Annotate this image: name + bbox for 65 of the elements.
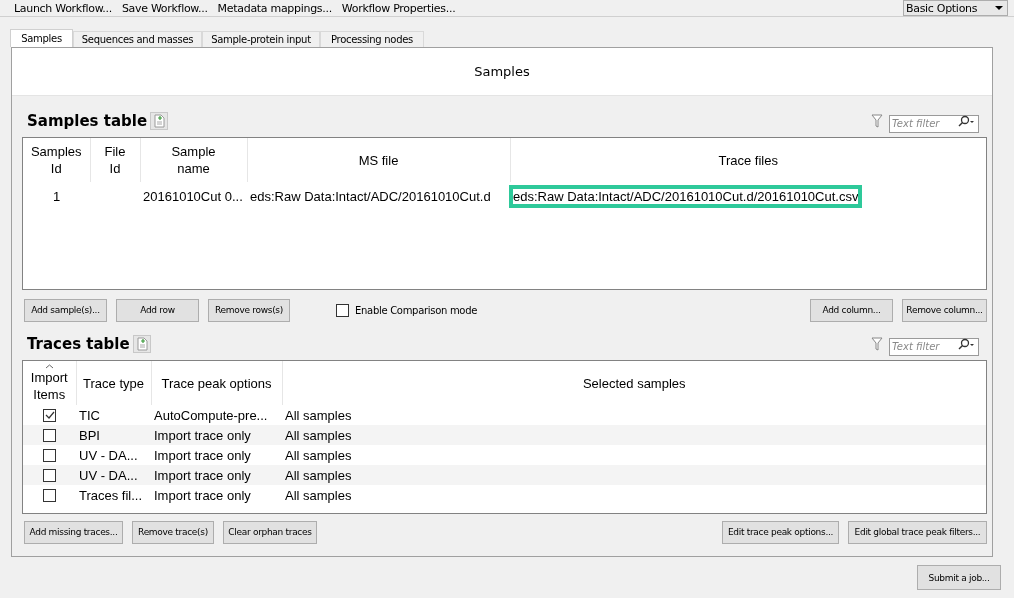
section-title: Samples table	[27, 112, 148, 130]
table-cell: TIC	[79, 407, 100, 423]
action-button[interactable]: Edit trace peak options...	[722, 520, 839, 544]
table-cell: BPI	[79, 427, 100, 443]
column-header[interactable]: Selected samples	[282, 361, 986, 405]
checkbox[interactable]	[43, 448, 56, 462]
table-cell: UV - DA...	[79, 447, 138, 463]
column-header[interactable]: Trace files	[510, 138, 986, 182]
table-cell: All samples	[285, 427, 352, 443]
submit-button[interactable]: Submit a job...	[917, 565, 1001, 590]
text-filter-field[interactable]: Text filter	[889, 337, 979, 356]
column-header[interactable]: Import Items	[23, 361, 76, 405]
search-icon	[957, 115, 975, 127]
table-cell: AutoCompute-pre...	[154, 407, 268, 423]
action-button[interactable]: Remove rows(s)	[208, 298, 290, 322]
action-button[interactable]: Remove trace(s)	[132, 520, 214, 544]
table-cell: Import trace only	[154, 487, 251, 503]
table-cell: 20161010Cut 0...	[143, 188, 243, 204]
dropdown-arrow-icon	[995, 6, 1003, 10]
column-header[interactable]: Samples Id	[23, 138, 90, 182]
action-button[interactable]: Clear orphan traces	[223, 520, 317, 544]
filter-icon	[871, 114, 883, 128]
column-header[interactable]: MS file	[247, 138, 510, 182]
table-cell: UV - DA...	[79, 467, 138, 483]
action-button[interactable]: Edit global trace peak filters...	[848, 520, 987, 544]
table-cell: eds:Raw Data:Intact/ADC/20161010Cut.d	[250, 188, 491, 204]
toolbar-button[interactable]: Workflow Properties...	[337, 1, 460, 15]
table-cell: Import trace only	[154, 447, 251, 463]
checkbox[interactable]	[43, 408, 56, 422]
checkbox[interactable]	[43, 488, 56, 502]
panel-title: Samples	[474, 64, 530, 79]
toolbar-button[interactable]: Save Workflow...	[117, 1, 212, 15]
tab[interactable]: Processing nodes	[320, 31, 424, 47]
mode-dropdown[interactable]: Basic Options	[903, 0, 1008, 16]
column-header[interactable]: File Id	[90, 138, 140, 182]
toolbar-button[interactable]: Metadata mappings...	[213, 1, 336, 15]
table-cell: All samples	[285, 407, 352, 423]
table-cell: Import trace only	[154, 427, 251, 443]
section-title: Traces table	[27, 335, 130, 353]
checkbox[interactable]	[43, 468, 56, 482]
action-button[interactable]: Add missing traces...	[24, 520, 123, 544]
tab[interactable]: Sample-protein input	[202, 31, 320, 47]
tab[interactable]: Sequences and masses	[73, 31, 202, 47]
checkbox[interactable]	[43, 428, 56, 442]
checkbox-label: Enable Comparison mode	[355, 304, 478, 316]
table-cell: All samples	[285, 467, 352, 483]
table-cell: All samples	[285, 447, 352, 463]
table-cell: 1	[52, 188, 61, 204]
column-header[interactable]: Sample name	[140, 138, 247, 182]
action-button[interactable]: Remove column...	[902, 298, 987, 322]
column-header[interactable]: Trace type	[76, 361, 151, 405]
filter-icon	[871, 337, 883, 351]
tab[interactable]: Samples	[10, 29, 73, 47]
checkbox[interactable]	[336, 303, 349, 317]
text-filter-field[interactable]: Text filter	[889, 114, 979, 133]
checkmark-icon	[44, 410, 55, 420]
table-cell: Import trace only	[154, 467, 251, 483]
search-icon	[957, 338, 975, 350]
table-cell: Traces fil...	[79, 487, 143, 503]
toolbar-button[interactable]: Launch Workflow...	[10, 1, 116, 15]
table-cell: All samples	[285, 487, 352, 503]
action-button[interactable]: Add row	[116, 298, 199, 322]
action-button[interactable]: Add sample(s)...	[24, 298, 107, 322]
action-button[interactable]: Add column...	[810, 298, 893, 322]
column-header[interactable]: Trace peak options	[151, 361, 282, 405]
